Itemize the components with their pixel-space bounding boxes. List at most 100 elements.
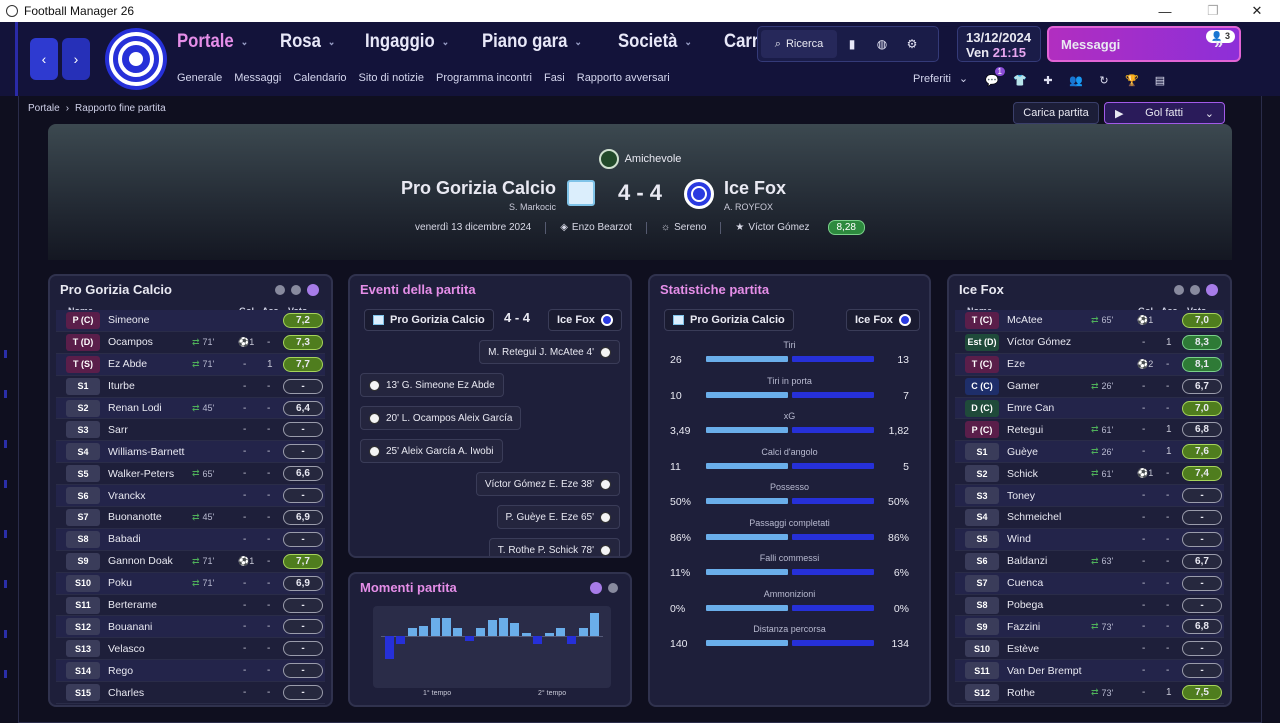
page-dot-active[interactable]	[590, 582, 602, 594]
player-name[interactable]: Rothe	[1007, 687, 1097, 699]
player-row[interactable]: S6 Vranckx - - -	[56, 485, 325, 508]
player-row[interactable]: T (S) Ez Abde ⇄ 71' - 1 7,7	[56, 353, 325, 376]
submenu-calendario[interactable]: Calendario	[293, 72, 346, 84]
player-row[interactable]: S1 Iturbe - - -	[56, 376, 325, 398]
submenu-programma-incontri[interactable]: Programma incontri	[436, 72, 532, 84]
calendar-icon[interactable]: ▤	[1148, 71, 1172, 89]
page-dot[interactable]	[1174, 285, 1184, 295]
page-dot[interactable]	[1190, 285, 1200, 295]
medical-icon[interactable]: ✚	[1036, 71, 1060, 89]
player-row[interactable]: S2 Renan Lodi ⇄ 45' - -6,4	[56, 397, 325, 420]
player-row[interactable]: S9 Fazzini ⇄ 73' - -6,8	[955, 616, 1224, 639]
player-row[interactable]: S6 Baldanzi ⇄ 63' - -6,7	[955, 551, 1224, 573]
player-row[interactable]: S1 Guèye ⇄ 26' - 1 7,6	[955, 441, 1224, 464]
player-name[interactable]: Van Der Brempt	[1007, 665, 1097, 677]
player-name[interactable]: Berterame	[108, 599, 198, 611]
event-item[interactable]: T. Rothe P. Schick 78'	[488, 538, 620, 556]
player-row[interactable]: S10 Estève - - -	[955, 638, 1224, 661]
player-name[interactable]: Bouanani	[108, 621, 198, 633]
player-name[interactable]: Rego	[108, 665, 198, 677]
player-row[interactable]: T (D) Ocampos ⇄ 71' ⚽1 -7,3	[56, 332, 325, 354]
player-name[interactable]: Fazzini	[1007, 621, 1097, 633]
event-item[interactable]: 20' L. Ocampos Aleix García	[360, 406, 522, 430]
close-button[interactable]: ✕	[1234, 0, 1280, 22]
player-name[interactable]: Víctor Gómez	[1007, 336, 1097, 348]
menu-rosa[interactable]: Rosa ⌄	[280, 31, 335, 53]
page-dot[interactable]	[275, 285, 285, 295]
player-name[interactable]: Vranckx	[108, 490, 198, 502]
player-row[interactable]: S11 Van Der Brempt - - -	[955, 660, 1224, 683]
submenu-rapporto-avversari[interactable]: Rapporto avversari	[577, 72, 670, 84]
goals-dropdown-button[interactable]: ▶ Gol fatti ⌄	[1104, 102, 1225, 124]
menu-ingaggio[interactable]: Ingaggio ⌄	[365, 31, 449, 53]
player-name[interactable]: Cuenca	[1007, 577, 1097, 589]
player-name[interactable]: Toney	[1007, 490, 1097, 502]
player-row[interactable]: D (C) Emre Can - -7,0	[955, 397, 1224, 420]
player-row[interactable]: P (C) Simeone 7,2	[56, 310, 325, 332]
submenu-fasi[interactable]: Fasi	[544, 72, 565, 84]
player-name[interactable]: Velasco	[108, 643, 198, 655]
users-icon[interactable]: 👥	[1064, 71, 1088, 89]
shirt-icon[interactable]: 👕	[1008, 71, 1032, 89]
submenu-sito-notizie[interactable]: Sito di notizie	[359, 72, 424, 84]
player-name[interactable]: Renan Lodi	[108, 402, 198, 414]
player-row[interactable]: S14 Rego - - -	[56, 660, 325, 683]
favorites-dropdown[interactable]: Preferiti ⌄	[913, 72, 968, 86]
player-name[interactable]: Charles	[108, 687, 198, 699]
player-name[interactable]: Babadi	[108, 533, 198, 545]
menu-portale[interactable]: Portale ⌄	[177, 31, 248, 53]
player-row[interactable]: S4 Williams-Barnett - - -	[56, 441, 325, 464]
gear-icon[interactable]: ⚙	[897, 30, 927, 58]
player-row[interactable]: S2 Schick ⇄ 61' ⚽1 -7,4	[955, 463, 1224, 486]
player-name[interactable]: Baldanzi	[1007, 555, 1097, 567]
player-row[interactable]: S12 Rothe ⇄ 73' - 1 7,5	[955, 682, 1224, 705]
page-dot-active[interactable]	[307, 284, 319, 296]
player-name[interactable]: Williams-Barnett	[108, 446, 198, 458]
player-name[interactable]: Gamer	[1007, 380, 1097, 392]
submenu-generale[interactable]: Generale	[177, 72, 222, 84]
trophy-icon[interactable]: 🏆	[1120, 71, 1144, 89]
player-row[interactable]: S5 Wind - - -	[955, 528, 1224, 551]
date-display[interactable]: 13/12/2024 Ven 21:15	[957, 26, 1041, 62]
club-logo[interactable]	[105, 28, 167, 90]
player-row[interactable]: S3 Sarr - - -	[56, 419, 325, 442]
messages-continue-button[interactable]: Messaggi 👤 3 »	[1047, 26, 1241, 62]
away-team[interactable]: Ice Fox A. ROYFOX	[724, 178, 884, 212]
refresh-icon[interactable]: ↻	[1092, 71, 1116, 89]
player-row[interactable]: S8 Pobega - - -	[955, 595, 1224, 617]
player-row[interactable]: T (C) McAtee ⇄ 65' ⚽1 7,0	[955, 310, 1224, 332]
player-row[interactable]: Est (D) Víctor Gómez - 1 8,3	[955, 332, 1224, 354]
event-item[interactable]: M. Retegui J. McAtee 4'	[479, 340, 620, 364]
menu-societa[interactable]: Società ⌄	[618, 31, 692, 53]
player-name[interactable]: Wind	[1007, 533, 1097, 545]
minimize-button[interactable]: —	[1142, 0, 1188, 22]
player-name[interactable]: Iturbe	[108, 380, 198, 392]
player-name[interactable]: Retegui	[1007, 424, 1097, 436]
player-row[interactable]: S15 Charles - - -	[56, 682, 325, 705]
player-name[interactable]: Ocampos	[108, 336, 198, 348]
player-row[interactable]: S9 Gannon Doak ⇄ 71' ⚽1 -7,7	[56, 551, 325, 573]
breadcrumb-root[interactable]: Portale	[28, 103, 60, 114]
player-row[interactable]: S5 Walker-Peters ⇄ 65' - -6,6	[56, 463, 325, 486]
event-item[interactable]: Víctor Gómez E. Eze 38'	[475, 472, 620, 496]
back-button[interactable]: ‹	[30, 38, 58, 80]
player-name[interactable]: Schmeichel	[1007, 511, 1097, 523]
menu-piano-gara[interactable]: Piano gara ⌄	[482, 31, 582, 53]
player-name[interactable]: Emre Can	[1007, 402, 1097, 414]
player-of-match[interactable]: Víctor Gómez	[748, 222, 809, 233]
player-name[interactable]: Ez Abde	[108, 358, 198, 370]
player-row[interactable]: C (C) Gamer ⇄ 26' - -6,7	[955, 376, 1224, 398]
player-name[interactable]: Simeone	[108, 314, 198, 326]
maximize-button[interactable]: ❐	[1190, 0, 1236, 22]
player-row[interactable]: S10 Poku ⇄ 71' - -6,9	[56, 572, 325, 595]
player-row[interactable]: S7 Buonanotte ⇄ 45' - -6,9	[56, 507, 325, 529]
player-name[interactable]: Guèye	[1007, 446, 1097, 458]
player-row[interactable]: S8 Babadi - - -	[56, 528, 325, 551]
page-dot[interactable]	[291, 285, 301, 295]
player-name[interactable]: Buonanotte	[108, 511, 198, 523]
player-row[interactable]: S13 Velasco - - -	[56, 638, 325, 661]
page-dot-active[interactable]	[1206, 284, 1218, 296]
player-name[interactable]: Sarr	[108, 424, 198, 436]
event-item[interactable]: 13' G. Simeone Ez Abde	[360, 373, 504, 397]
player-name[interactable]: Pobega	[1007, 599, 1097, 611]
